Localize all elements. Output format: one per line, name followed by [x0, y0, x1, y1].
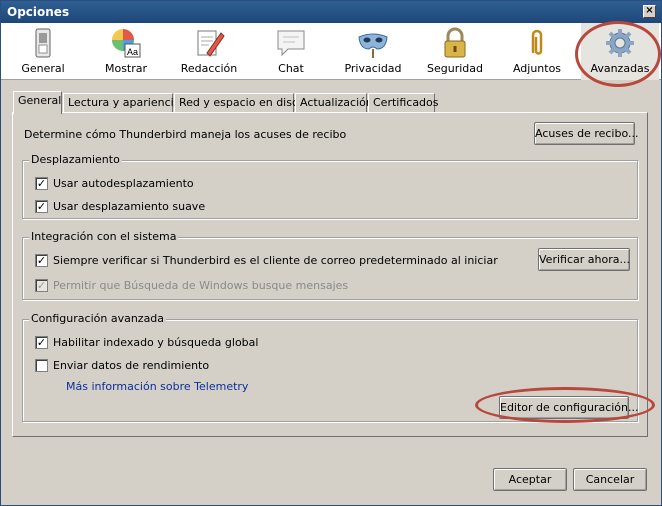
scrolling-group: Desplazamiento ✓ Usar autodesplazamiento…: [22, 153, 638, 219]
accept-button[interactable]: Aceptar: [493, 468, 567, 491]
advanced-config-title: Configuración avanzada: [29, 312, 167, 325]
title-bar[interactable]: Opciones ×: [1, 1, 661, 23]
verify-now-button[interactable]: Verificar ahora...: [538, 248, 630, 271]
tab-general[interactable]: General: [13, 91, 62, 114]
tab-red-espacio[interactable]: Red y espacio en disco: [174, 93, 305, 113]
default-client-label: Siempre verificar si Thunderbird es el c…: [53, 254, 498, 267]
pane-mostrar[interactable]: Aa Mostrar: [89, 23, 163, 80]
telemetry-info-link[interactable]: Más información sobre Telemetry: [66, 380, 248, 393]
preferences-toolbar: General Aa Mostrar Redacción Chat Privac…: [1, 23, 661, 80]
pane-chat[interactable]: Chat: [255, 23, 327, 80]
autoscroll-checkbox[interactable]: ✓: [35, 177, 48, 190]
pane-privacidad-label: Privacidad: [344, 62, 402, 75]
autoscroll-label: Usar autodesplazamiento: [53, 177, 194, 190]
indexing-label: Habilitar indexado y búsqueda global: [53, 336, 259, 349]
smooth-scroll-label: Usar desplazamiento suave: [53, 200, 206, 213]
telemetry-label: Enviar datos de rendimiento: [53, 359, 210, 372]
pane-general[interactable]: General: [5, 23, 81, 80]
windows-search-label: Permitir que Búsqueda de Windows busque …: [53, 279, 349, 292]
indexing-checkbox[interactable]: ✓: [35, 336, 48, 349]
cancel-button[interactable]: Cancelar: [573, 468, 647, 491]
mask-icon: [358, 33, 388, 58]
compose-pencil-icon: [197, 30, 225, 57]
speech-bubble-icon: [277, 30, 305, 57]
telemetry-checkbox[interactable]: [35, 359, 48, 372]
pane-seguridad-label: Seguridad: [427, 62, 483, 75]
tab-actualizacion[interactable]: Actualización: [295, 93, 373, 113]
pane-redaccion[interactable]: Redacción: [171, 23, 247, 80]
receipts-description: Determine cómo Thunderbird maneja los ac…: [24, 128, 347, 141]
default-client-checkbox[interactable]: ✓: [35, 254, 48, 267]
scrolling-group-title: Desplazamiento: [29, 153, 122, 166]
pane-chat-label: Chat: [278, 62, 304, 75]
options-window: Opciones × General Aa Mostrar Redacción …: [0, 0, 662, 506]
pane-seguridad[interactable]: Seguridad: [417, 23, 493, 80]
pane-general-label: General: [21, 62, 65, 75]
pane-privacidad[interactable]: Privacidad: [335, 23, 411, 80]
pane-mostrar-label: Mostrar: [104, 62, 148, 75]
svg-text:Aa: Aa: [127, 47, 138, 57]
system-integration-title: Integración con el sistema: [29, 230, 179, 243]
tab-certificados[interactable]: Certificados: [368, 93, 439, 113]
system-integration-group: Integración con el sistema ✓ Siempre ver…: [22, 230, 638, 300]
annotation-circle-config-editor: [475, 387, 655, 423]
paperclip-icon: [531, 29, 543, 55]
color-wheel-font-icon: Aa: [112, 29, 141, 58]
annotation-circle-avanzadas: [575, 21, 661, 87]
pane-redaccion-label: Redacción: [180, 62, 238, 75]
switch-icon: [35, 28, 51, 58]
pane-adjuntos[interactable]: Adjuntos: [499, 23, 575, 80]
close-button[interactable]: ×: [643, 5, 656, 18]
pane-adjuntos-label: Adjuntos: [512, 62, 562, 75]
tab-lectura-apariencia[interactable]: Lectura y apariencia: [63, 93, 180, 113]
receipts-button[interactable]: Acuses de recibo...: [534, 122, 639, 145]
window-title: Opciones: [7, 5, 70, 19]
smooth-scroll-checkbox[interactable]: ✓: [35, 200, 48, 213]
padlock-icon: [444, 27, 466, 58]
windows-search-checkbox: ✓: [35, 279, 48, 292]
